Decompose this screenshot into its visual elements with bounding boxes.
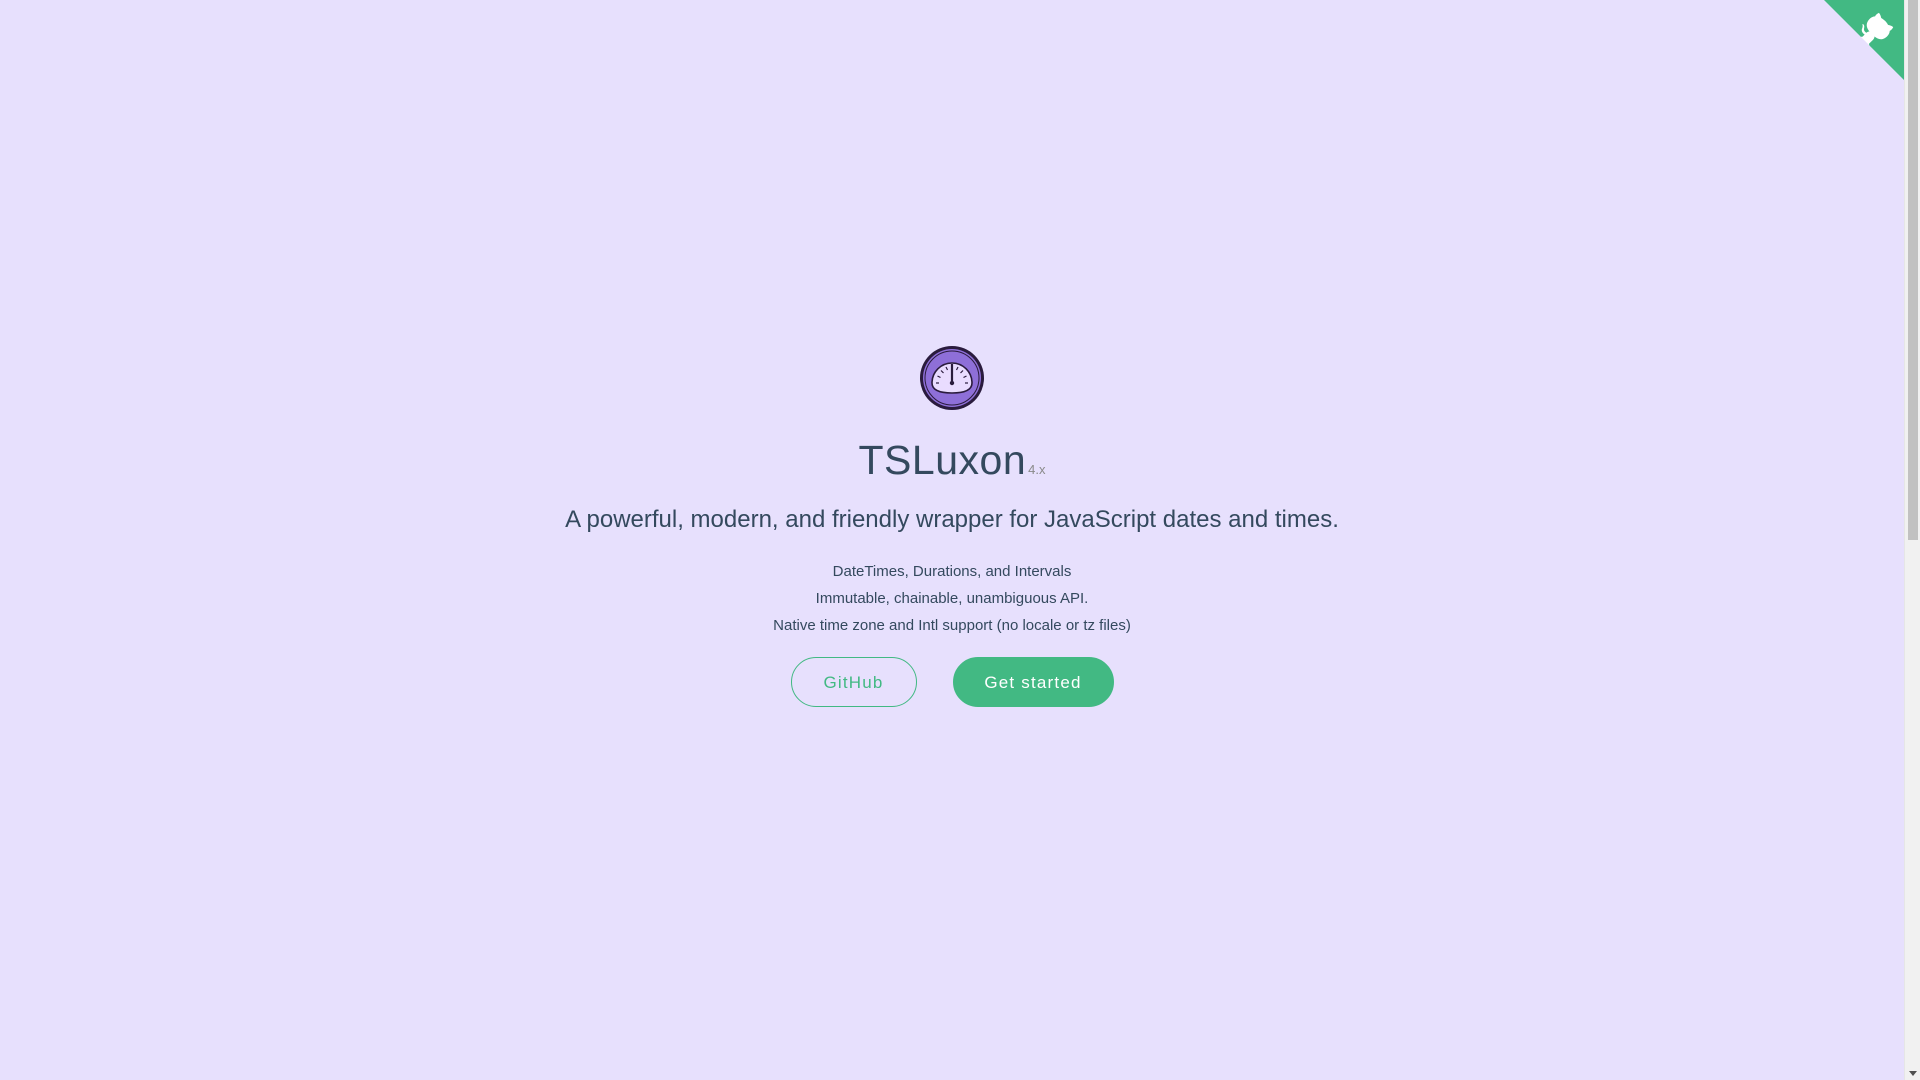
- feature-list: DateTimes, Durations, and Intervals Immu…: [0, 558, 1904, 639]
- vertical-scrollbar[interactable]: [1904, 0, 1920, 1080]
- page: TSLuxon 4.x A powerful, modern, and frien…: [0, 0, 1920, 1080]
- github-button[interactable]: GitHub: [790, 657, 917, 707]
- cover-buttons: GitHub Get started: [0, 657, 1904, 707]
- get-started-button[interactable]: Get started: [952, 657, 1114, 707]
- version-label: 4.x: [1028, 462, 1046, 477]
- scrollbar-thumb[interactable]: [1908, 0, 1918, 540]
- feature-item: Native time zone and Intl support (no lo…: [773, 617, 1131, 634]
- scroll-down-arrow-icon[interactable]: [1909, 1071, 1917, 1076]
- github-octocat-icon: [1824, 0, 1904, 80]
- feature-item: Immutable, chainable, unambiguous API.: [815, 590, 1089, 607]
- site-title: TSLuxon: [858, 437, 1027, 483]
- title-row: TSLuxon 4.x: [0, 430, 1904, 490]
- feature-item: DateTimes, Durations, and Intervals: [832, 563, 1072, 580]
- logo-clock-dial-icon: [919, 345, 985, 411]
- cover-page: TSLuxon 4.x A powerful, modern, and frien…: [0, 0, 1904, 1080]
- github-corner-link[interactable]: [1824, 0, 1904, 80]
- tagline: A powerful, modern, and friendly wrapper…: [565, 506, 1339, 533]
- cover-main: TSLuxon 4.x A powerful, modern, and frien…: [0, 345, 1904, 707]
